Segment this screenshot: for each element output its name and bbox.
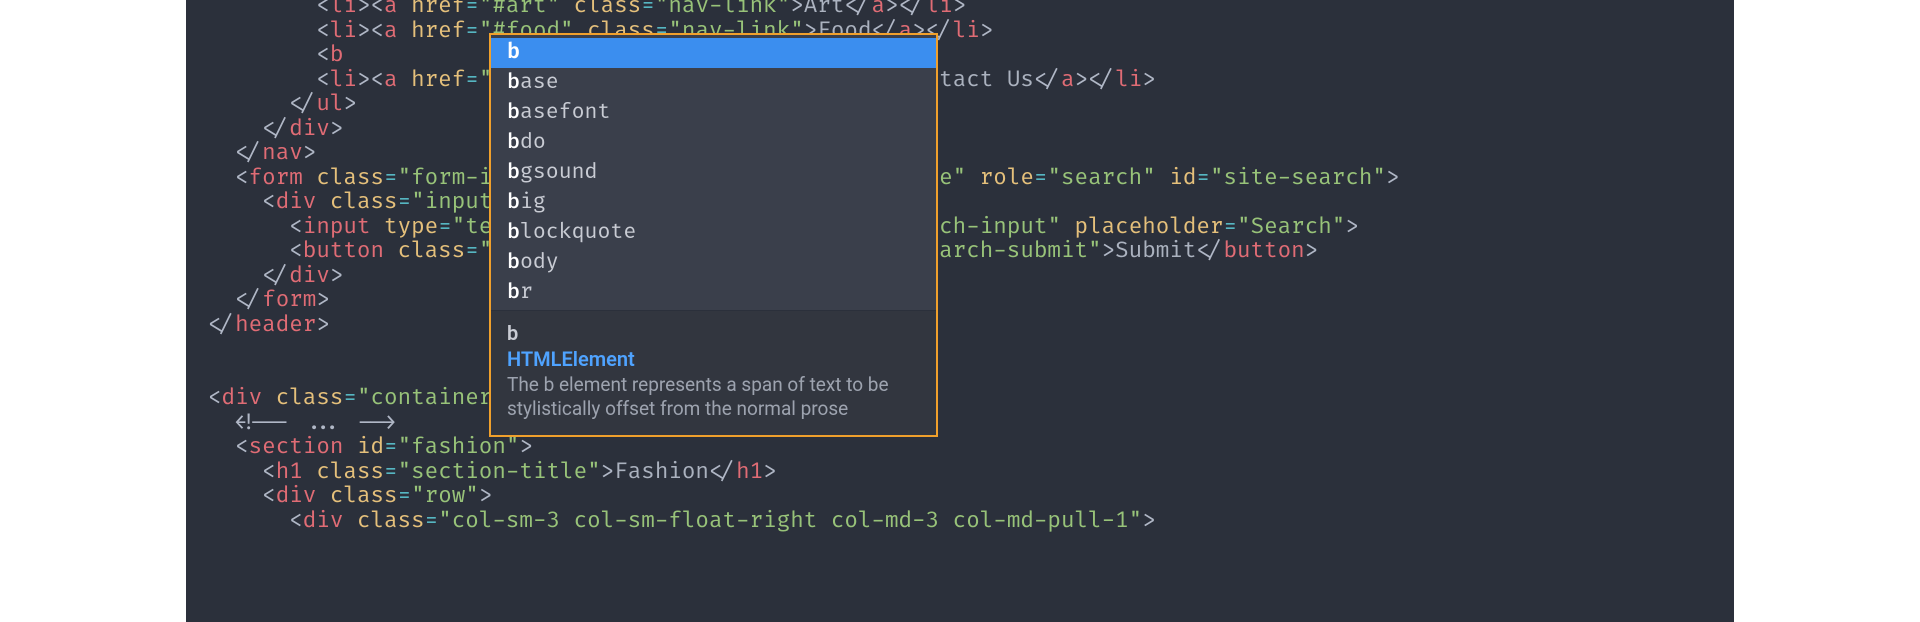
autocomplete-item[interactable]: blockquote	[491, 218, 936, 248]
doc-description: The b element represents a span of text …	[507, 373, 920, 421]
autocomplete-item[interactable]: big	[491, 188, 936, 218]
autocomplete-item[interactable]: bdo	[491, 128, 936, 158]
doc-title: b	[507, 321, 920, 345]
autocomplete-item[interactable]: b	[491, 38, 936, 68]
editor-frame: <li><a href="#art" class="nav-link">Art<…	[186, 0, 1734, 622]
autocomplete-item[interactable]: br	[491, 278, 936, 308]
doc-type: HTMLElement	[507, 347, 920, 371]
autocomplete-popup: bbasebasefontbdobgsoundbigblockquotebody…	[489, 33, 938, 437]
autocomplete-item[interactable]: basefont	[491, 98, 936, 128]
autocomplete-item[interactable]: bgsound	[491, 158, 936, 188]
autocomplete-item[interactable]: base	[491, 68, 936, 98]
autocomplete-item[interactable]: body	[491, 248, 936, 278]
autocomplete-list: bbasebasefontbdobgsoundbigblockquotebody…	[491, 35, 936, 310]
autocomplete-doc: b HTMLElement The b element represents a…	[491, 310, 936, 435]
